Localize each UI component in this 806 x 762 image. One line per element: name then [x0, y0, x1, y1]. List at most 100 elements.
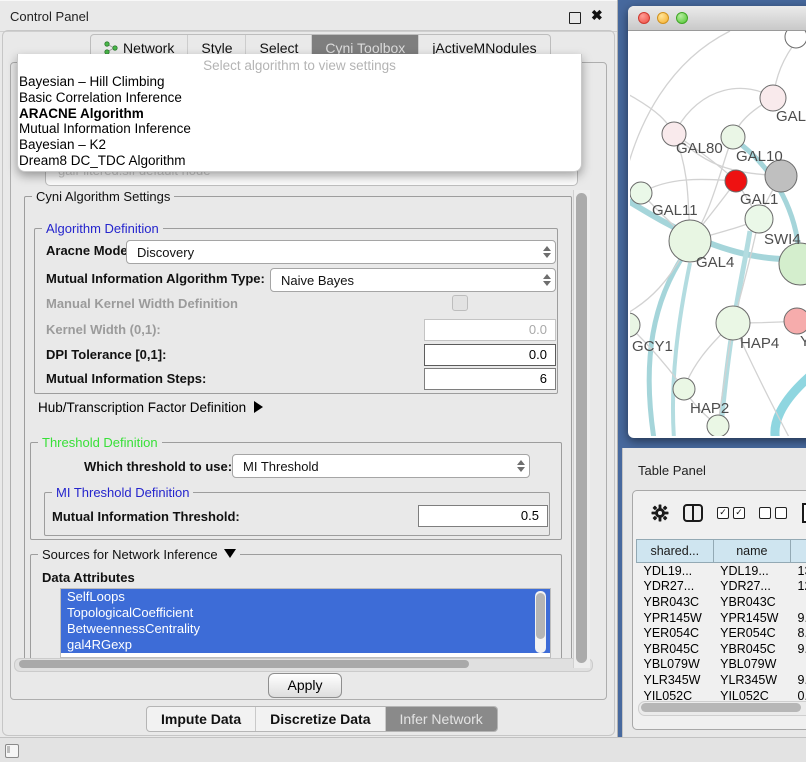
- network-window-titlebar[interactable]: [628, 6, 806, 31]
- network-edge[interactable]: [630, 31, 730, 181]
- network-edge[interactable]: [674, 88, 773, 134]
- algorithm-option[interactable]: Basic Correlation Inference: [18, 90, 581, 106]
- network-node[interactable]: [745, 205, 773, 233]
- columns-icon[interactable]: [683, 504, 703, 522]
- checked-pair-icon[interactable]: ✓✓: [717, 507, 745, 519]
- table-row[interactable]: YBL079WYBL079W: [637, 657, 806, 673]
- data-attributes-list[interactable]: SelfLoopsTopologicalCoefficientBetweenne…: [60, 588, 551, 658]
- control-panel-titlebar: Control Panel ✖: [0, 0, 617, 32]
- network-node[interactable]: [630, 313, 640, 337]
- mi-steps-field[interactable]: 6: [424, 368, 556, 390]
- close-panel-button[interactable]: ✖: [591, 7, 603, 24]
- tab-impute-data[interactable]: Impute Data: [147, 707, 255, 731]
- settings-vscrollbar[interactable]: [573, 190, 590, 668]
- attributes-vscrollbar[interactable]: [535, 591, 546, 653]
- manual-kernel-width-label: Manual Kernel Width Definition: [46, 296, 238, 311]
- algorithm-definition-title: Algorithm Definition: [42, 221, 163, 236]
- network-node[interactable]: [784, 308, 806, 334]
- table-column-header[interactable]: name: [713, 540, 790, 563]
- table-cell: [791, 657, 806, 673]
- control-panel-title: Control Panel: [10, 9, 89, 24]
- mi-threshold-label: Mutual Information Threshold:: [52, 509, 240, 524]
- mi-threshold-field[interactable]: 0.5: [418, 505, 548, 527]
- table-cell: YER054C: [637, 625, 714, 641]
- algorithm-option[interactable]: Bayesian – K2: [18, 137, 581, 153]
- table-row[interactable]: YPR145WYPR145W9.: [637, 610, 806, 626]
- table-cell: YBL079W: [637, 657, 714, 673]
- network-node-label: GAL10: [736, 148, 783, 165]
- collapse-down-icon: [224, 549, 236, 558]
- zoom-window-icon[interactable]: [676, 12, 688, 24]
- threshold-definition-title: Threshold Definition: [38, 435, 162, 450]
- mi-threshold-definition-title: MI Threshold Definition: [52, 485, 193, 500]
- network-node[interactable]: [725, 170, 747, 192]
- algorithm-option[interactable]: Mutual Information Inference: [18, 121, 581, 137]
- algorithm-option[interactable]: Dream8 DC_TDC Algorithm: [18, 153, 581, 169]
- table-hscrollbar[interactable]: [638, 701, 806, 716]
- which-threshold-select[interactable]: MI Threshold: [232, 454, 530, 478]
- table-cell: YLR345W: [637, 672, 714, 688]
- network-node-label: GAL80: [676, 140, 723, 157]
- page-icon[interactable]: [801, 503, 806, 523]
- network-edge[interactable]: [641, 179, 736, 193]
- table-cell: YBR043C: [637, 594, 714, 610]
- minimize-window-icon[interactable]: [657, 12, 669, 24]
- data-attribute-item[interactable]: BetweennessCentrality: [61, 621, 550, 637]
- table-cell: 9.: [791, 610, 806, 626]
- manual-kernel-width-checkbox[interactable]: [452, 295, 468, 311]
- table-row[interactable]: YLR345WYLR345W9.: [637, 672, 806, 688]
- table-row[interactable]: YDL19...YDL19...13: [637, 563, 806, 579]
- apply-button[interactable]: Apply: [268, 673, 342, 698]
- float-window-button[interactable]: [569, 12, 581, 24]
- panel-toggle-icon[interactable]: [5, 744, 19, 758]
- network-node[interactable]: [673, 378, 695, 400]
- table-row[interactable]: YDR27...YDR27...12: [637, 579, 806, 595]
- control-panel: Control Panel ✖ Network Style Select Cyn…: [0, 0, 618, 737]
- table-column-header[interactable]: [791, 540, 806, 563]
- network-node-label: GAL1: [740, 191, 778, 208]
- algorithm-option[interactable]: Bayesian – Hill Climbing: [18, 74, 581, 90]
- gear-icon[interactable]: [651, 504, 669, 522]
- table-column-header[interactable]: shared...: [637, 540, 714, 563]
- network-node[interactable]: [785, 31, 806, 48]
- network-edge[interactable]: [775, 371, 806, 436]
- table-cell: YDL19...: [637, 563, 714, 579]
- table-cell: YBR043C: [713, 594, 790, 610]
- algorithm-option[interactable]: ARACNE Algorithm: [18, 106, 581, 122]
- table-row[interactable]: YBR045CYBR045C9.: [637, 641, 806, 657]
- data-attribute-item[interactable]: gal4RGexp: [61, 637, 550, 653]
- table-cell: YBR045C: [713, 641, 790, 657]
- network-node-label: GAL11: [652, 202, 698, 219]
- network-canvas[interactable]: GALGAL80GAL10GAL1GAL11SWI4GAL4GCY1HAP4YH…: [630, 31, 806, 436]
- tab-infer-network[interactable]: Infer Network: [385, 707, 497, 731]
- aracne-mode-select[interactable]: Discovery: [126, 240, 556, 264]
- dpi-tolerance-field[interactable]: 0.0: [424, 344, 556, 366]
- network-node[interactable]: [721, 125, 745, 149]
- table-row[interactable]: YER054CYER054C8.: [637, 625, 806, 641]
- node-table[interactable]: shared...name YDL19...YDL19...13YDR27...…: [636, 539, 806, 703]
- table-row[interactable]: YBR043CYBR043C: [637, 594, 806, 610]
- hub-definition-toggle[interactable]: Hub/Transcription Factor Definition: [38, 400, 263, 415]
- network-node-label: Y: [800, 333, 806, 350]
- network-edge[interactable]: [673, 263, 690, 436]
- data-attribute-item[interactable]: SelfLoops: [61, 589, 550, 605]
- table-toolbar: ✓✓: [633, 491, 806, 535]
- kernel-width-field[interactable]: 0.0: [424, 319, 556, 341]
- cyni-settings-title: Cyni Algorithm Settings: [32, 189, 174, 204]
- table-cell: YDR27...: [713, 579, 790, 595]
- algorithm-dropdown[interactable]: Select algorithm to view settings Bayesi…: [17, 54, 582, 172]
- network-node[interactable]: [779, 243, 806, 285]
- tab-discretize-data[interactable]: Discretize Data: [255, 707, 384, 731]
- network-node[interactable]: [630, 182, 652, 204]
- settings-hscrollbar[interactable]: [14, 658, 593, 672]
- table-cell: 9.: [791, 672, 806, 688]
- network-node-label: SWI4: [764, 231, 801, 248]
- sources-title[interactable]: Sources for Network Inference: [38, 547, 240, 562]
- cyni-bottom-tabbar: Impute Data Discretize Data Infer Networ…: [146, 706, 498, 732]
- data-attribute-item[interactable]: TopologicalCoefficient: [61, 605, 550, 621]
- mi-algorithm-type-select[interactable]: Naive Bayes: [270, 268, 556, 292]
- table-cell: YPR145W: [713, 610, 790, 626]
- network-node[interactable]: [707, 415, 729, 436]
- close-window-icon[interactable]: [638, 12, 650, 24]
- unchecked-pair-icon[interactable]: [759, 507, 787, 519]
